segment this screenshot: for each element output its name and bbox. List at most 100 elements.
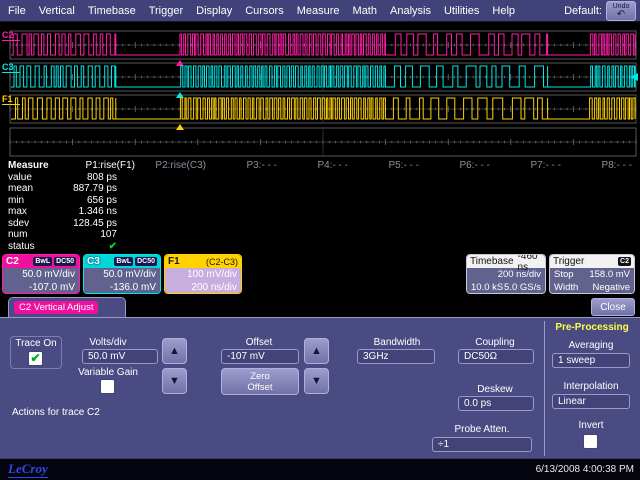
measure-column-p1[interactable]: P1:rise(F1) — [64, 160, 135, 172]
invert-checkbox[interactable] — [583, 434, 598, 449]
measure-column-p2[interactable]: P2:rise(C3) — [135, 160, 206, 172]
preprocessing-label: Pre-Processing — [546, 322, 638, 333]
menu-item-vertical[interactable]: Vertical — [39, 5, 75, 17]
menu-item-utilities[interactable]: Utilities — [444, 5, 479, 17]
menu-item-cursors[interactable]: Cursors — [245, 5, 284, 17]
deskew-field[interactable]: 0.0 ps — [458, 396, 534, 411]
probe-atten-label: Probe Atten. — [430, 424, 534, 435]
measure-value-p2 — [135, 172, 206, 184]
menu-items: File Vertical Timebase Trigger Display Cursor… — [0, 5, 515, 17]
measure-max-p7 — [490, 206, 561, 218]
measure-row-label-min: min — [8, 195, 64, 207]
measure-row-label-num: num — [8, 229, 64, 241]
tab-c2-vertical-adjust[interactable]: C2 Vertical Adjust — [8, 297, 126, 317]
measure-column-p3[interactable]: P3:- - - — [206, 160, 277, 172]
menu-item-file[interactable]: File — [8, 5, 26, 17]
probe-atten-field[interactable]: ÷1 — [432, 437, 532, 452]
invert-label: Invert — [548, 420, 634, 431]
f1-volts-per-div: 100 mV/div — [169, 269, 237, 282]
default-setup-label: Default: — [564, 5, 602, 17]
measure-column-p8[interactable]: P8:- - - — [561, 160, 632, 172]
measure-num-p5 — [348, 229, 419, 241]
trace-on-checkbox[interactable]: ✔ — [28, 351, 43, 366]
measure-column-p5[interactable]: P5:- - - — [348, 160, 419, 172]
measure-mean-p2 — [135, 183, 206, 195]
trigger-time-marker-f1 — [176, 124, 184, 130]
trigger-type: Width — [554, 282, 578, 295]
menu-item-math[interactable]: Math — [353, 5, 377, 17]
measure-max-p8 — [561, 206, 632, 218]
channel-descriptor-f1[interactable]: F1 (C2-C3) 100 mV/div 200 ns/div — [164, 254, 242, 294]
volts-div-down-button[interactable]: ▼ — [162, 368, 187, 394]
measure-mean-p4 — [277, 183, 348, 195]
measure-max-p6 — [419, 206, 490, 218]
measure-table-title: Measure — [8, 160, 64, 172]
measure-max-p2 — [135, 206, 206, 218]
waveform-area[interactable]: C2 C3 F1 — [0, 22, 640, 160]
menu-item-measure[interactable]: Measure — [297, 5, 340, 17]
offset-field[interactable]: -107 mV — [221, 349, 299, 364]
undo-button[interactable]: Undo ↶ — [606, 1, 636, 21]
volts-div-up-button[interactable]: ▲ — [162, 338, 187, 364]
c2-offset: -107.0 mV — [7, 282, 75, 295]
timebase-per-div: 200 ns/div — [471, 269, 541, 282]
status-bar: LeCroy 6/13/2008 4:00:38 PM — [0, 458, 640, 480]
measure-row-label-value: value — [8, 172, 64, 184]
measure-table: MeasureP1:rise(F1)P2:rise(C3)P3:- - -P4:… — [8, 160, 640, 252]
averaging-field[interactable]: 1 sweep — [552, 353, 630, 368]
trigger-mode: Stop — [554, 269, 574, 282]
actions-for-trace-label: Actions for trace C2 — [12, 407, 100, 418]
timebase-samples: 10.0 kS — [471, 282, 503, 295]
measure-column-p7[interactable]: P7:- - - — [490, 160, 561, 172]
menu-item-display[interactable]: Display — [196, 5, 232, 17]
measure-status-p5 — [348, 241, 419, 253]
measure-status-p2 — [135, 241, 206, 253]
datetime-label: 6/13/2008 4:00:38 PM — [536, 464, 634, 475]
measure-sdev-p3 — [206, 218, 277, 230]
variable-gain-checkbox[interactable] — [100, 379, 115, 394]
measure-mean-p7 — [490, 183, 561, 195]
measure-max-p4 — [277, 206, 348, 218]
close-button[interactable]: Close — [591, 298, 635, 316]
menu-item-help[interactable]: Help — [492, 5, 515, 17]
measure-status-p3 — [206, 241, 277, 253]
descriptor-c2-id: C2 — [6, 256, 19, 267]
f1-time-per-div: 200 ns/div — [169, 282, 237, 295]
measure-column-p4[interactable]: P4:- - - — [277, 160, 348, 172]
measure-num-p1: 107 — [64, 229, 135, 241]
offset-up-button[interactable]: ▲ — [304, 338, 329, 364]
offset-down-button[interactable]: ▼ — [304, 368, 329, 394]
measure-row-label-max: max — [8, 206, 64, 218]
waveform-svg — [0, 22, 640, 160]
measure-value-p7 — [490, 172, 561, 184]
interpolation-field[interactable]: Linear — [552, 394, 630, 409]
measure-sdev-p2 — [135, 218, 206, 230]
measure-column-p6[interactable]: P6:- - - — [419, 160, 490, 172]
measure-sdev-p6 — [419, 218, 490, 230]
bandwidth-field[interactable]: 3GHz — [357, 349, 435, 364]
measure-max-p1: 1.346 ns — [64, 206, 135, 218]
trigger-descriptor[interactable]: Trigger C2 Stop 158.0 mV Width Negative — [549, 254, 635, 294]
preprocessing-divider — [544, 321, 545, 456]
zero-offset-button[interactable]: Zero Offset — [221, 368, 299, 395]
timebase-descriptor[interactable]: Timebase -460 ns 200 ns/div 10.0 kS 5.0 … — [466, 254, 546, 294]
c2-volts-per-div: 50.0 mV/div — [7, 269, 75, 282]
volts-div-field[interactable]: 50.0 mV — [82, 349, 158, 364]
coupling-field[interactable]: DC50Ω — [458, 349, 534, 364]
menu-item-trigger[interactable]: Trigger — [149, 5, 183, 17]
menu-item-timebase[interactable]: Timebase — [88, 5, 136, 17]
measure-value-p4 — [277, 172, 348, 184]
measure-mean-p5 — [348, 183, 419, 195]
measure-row-label-status: status — [8, 241, 64, 253]
oscilloscope-screen: File Vertical Timebase Trigger Display Cursor… — [0, 0, 640, 480]
menu-item-analysis[interactable]: Analysis — [390, 5, 431, 17]
measure-num-p7 — [490, 229, 561, 241]
measure-sdev-p4 — [277, 218, 348, 230]
measure-max-p5 — [348, 206, 419, 218]
channel-descriptor-c2[interactable]: C2 BwL DC50 50.0 mV/div -107.0 mV — [2, 254, 80, 294]
trigger-source-badge: C2 — [618, 257, 631, 266]
channel-descriptor-c3[interactable]: C3 BwL DC50 50.0 mV/div -136.0 mV — [83, 254, 161, 294]
measure-status-p4 — [277, 241, 348, 253]
measure-value-p5 — [348, 172, 419, 184]
measure-num-p6 — [419, 229, 490, 241]
